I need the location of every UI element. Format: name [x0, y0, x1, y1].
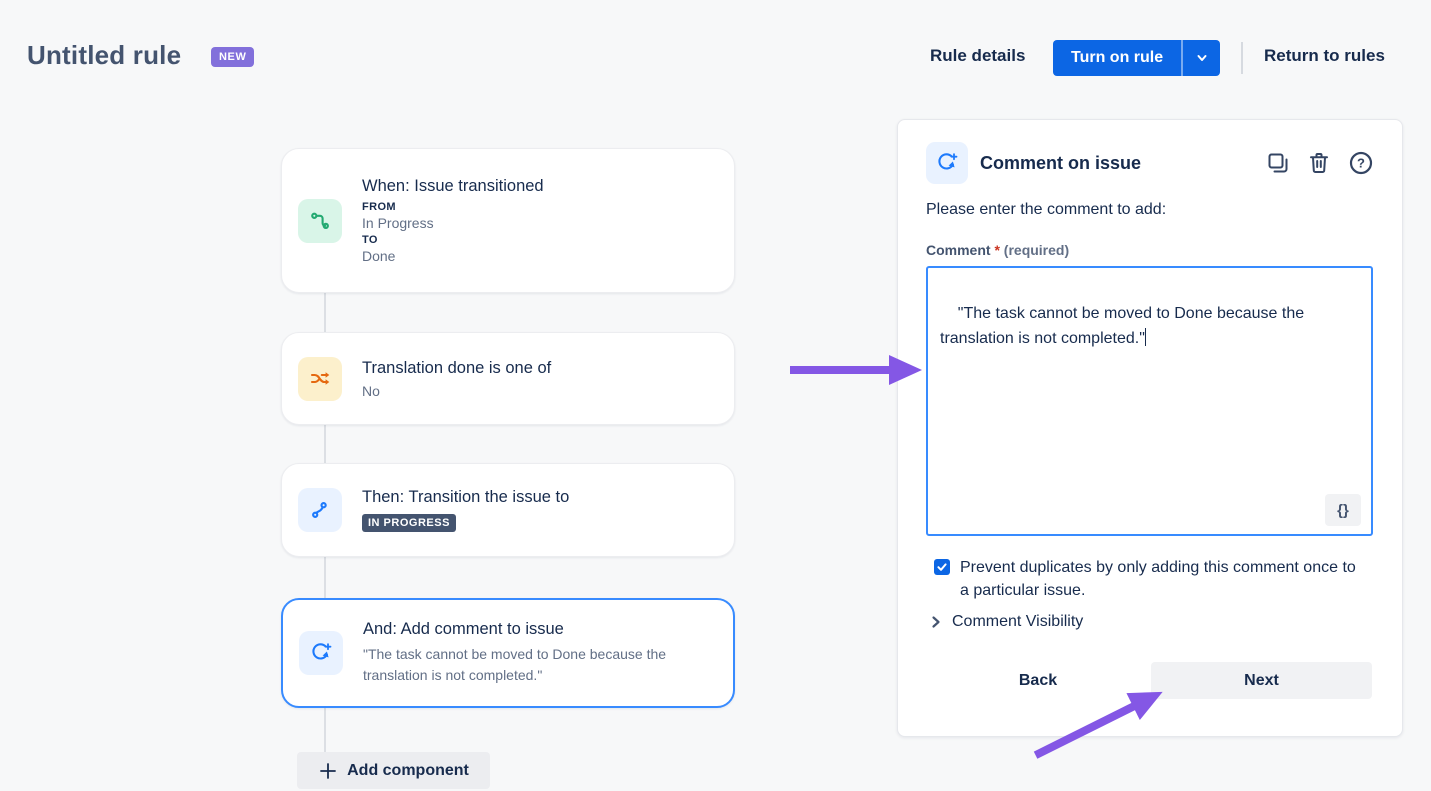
panel-description: Please enter the comment to add: [926, 201, 1166, 219]
status-lozenge-in-progress: IN PROGRESS [362, 514, 456, 532]
next-button[interactable]: Next [1151, 662, 1372, 699]
condition-card-translation-done[interactable]: Translation done is one of No [281, 332, 735, 425]
add-component-button[interactable]: Add component [297, 752, 490, 789]
comment-label-text: Comment [926, 242, 991, 258]
delete-button[interactable] [1307, 151, 1331, 175]
prevent-duplicates-row: Prevent duplicates by only adding this c… [934, 556, 1374, 602]
to-value: Done [362, 248, 734, 264]
prevent-duplicates-checkbox[interactable] [934, 559, 950, 575]
panel-title: Comment on issue [980, 153, 1266, 174]
comment-add-icon [299, 631, 343, 675]
back-button[interactable]: Back [998, 663, 1078, 699]
comment-field-label: Comment * (required) [926, 242, 1069, 258]
turn-on-rule-button[interactable]: Turn on rule [1053, 40, 1181, 76]
comment-visibility-expander[interactable]: Comment Visibility [930, 613, 1083, 631]
comment-card-subtitle: "The task cannot be moved to Done becaus… [363, 644, 711, 686]
flow-connector [324, 707, 326, 752]
to-label: TO [362, 234, 734, 246]
action-card-title: Then: Transition the issue to [362, 488, 734, 507]
shuffle-branch-icon [298, 357, 342, 401]
comment-text: "The task cannot be moved to Done becaus… [940, 305, 1309, 347]
from-value: In Progress [362, 215, 734, 231]
required-hint: (required) [1004, 242, 1069, 258]
duplicate-icon [1266, 151, 1290, 175]
flow-connector [324, 425, 326, 463]
add-component-label: Add component [347, 762, 469, 780]
text-caret [1145, 328, 1147, 346]
trigger-card-issue-transitioned[interactable]: When: Issue transitioned FROM In Progres… [281, 148, 735, 293]
from-label: FROM [362, 201, 734, 213]
action-card-transition-issue[interactable]: Then: Transition the issue to IN PROGRES… [281, 463, 735, 557]
help-icon: ? [1348, 150, 1374, 176]
rule-details-button[interactable]: Rule details [930, 46, 1025, 66]
prevent-duplicates-label: Prevent duplicates by only adding this c… [960, 556, 1368, 602]
s-curve-transition-icon [298, 488, 342, 532]
comment-add-icon [926, 142, 968, 184]
turn-on-rule-split-button[interactable]: Turn on rule [1053, 40, 1220, 76]
trash-icon [1307, 151, 1331, 175]
trigger-card-title: When: Issue transitioned [362, 177, 734, 196]
comment-visibility-label: Comment Visibility [952, 613, 1083, 631]
header-divider [1241, 42, 1243, 74]
issue-transitioned-icon [298, 199, 342, 243]
condition-card-title: Translation done is one of [362, 359, 734, 378]
comment-card-title: And: Add comment to issue [363, 620, 733, 639]
chevron-right-icon [930, 615, 942, 629]
panel-header: Comment on issue [926, 142, 1374, 184]
plus-icon [318, 761, 338, 781]
condition-card-value: No [362, 383, 734, 399]
help-button[interactable]: ? [1348, 150, 1374, 176]
duplicate-button[interactable] [1266, 151, 1290, 175]
flow-connector [324, 293, 326, 332]
svg-text:?: ? [1357, 156, 1365, 171]
smart-values-button[interactable]: {} [1325, 494, 1361, 526]
chevron-down-icon [1195, 51, 1209, 65]
return-to-rules-button[interactable]: Return to rules [1264, 46, 1385, 66]
action-card-add-comment[interactable]: And: Add comment to issue "The task cann… [281, 598, 735, 708]
turn-on-rule-dropdown-button[interactable] [1181, 40, 1220, 76]
flow-connector [324, 557, 326, 598]
comment-config-panel: Comment on issue [897, 119, 1403, 737]
comment-textarea[interactable]: "The task cannot be moved to Done becaus… [926, 266, 1373, 536]
new-badge: NEW [211, 47, 254, 67]
required-asterisk: * [994, 242, 999, 258]
page-title: Untitled rule [27, 40, 181, 71]
